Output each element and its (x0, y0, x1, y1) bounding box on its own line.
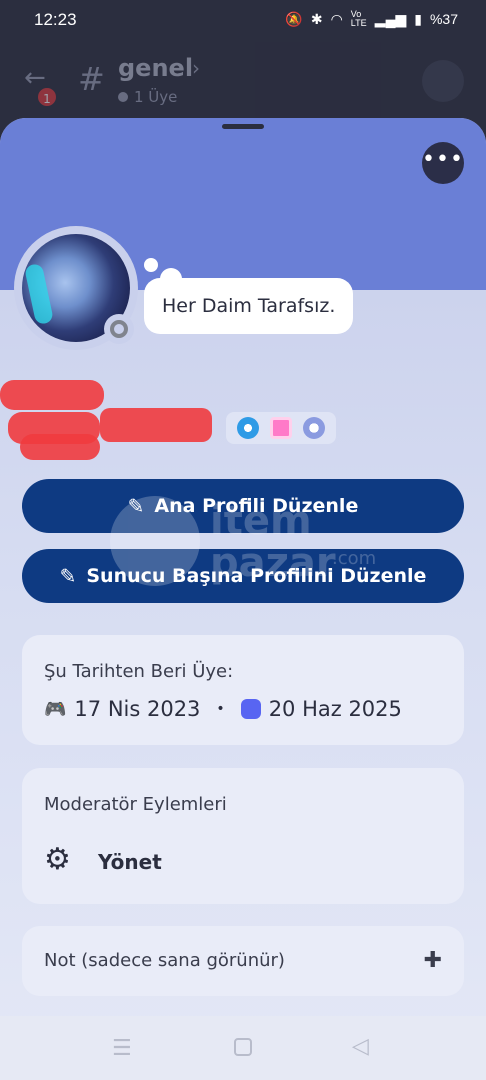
home-icon[interactable] (234, 1038, 252, 1056)
hash-icon: # (78, 60, 105, 98)
edit-main-profile-button[interactable]: ✎ Ana Profili Düzenle (22, 479, 464, 533)
member-dot-icon (118, 92, 128, 102)
bluetooth-icon: ✱ (310, 10, 323, 27)
system-nav-bar: ☰ ◁ (0, 1016, 486, 1080)
note-title: Not (sadece sana görünür) (44, 950, 285, 971)
status-time: 12:23 (34, 10, 77, 29)
discord-icon: 🎮 (44, 698, 67, 720)
member-since-row: 🎮 17 Nis 2023 • 20 Haz 2025 (44, 697, 402, 721)
edit-server-profile-button[interactable]: ✎ Sunucu Başına Profilini Düzenle (22, 549, 464, 603)
chevron-right-icon: › (192, 56, 200, 80)
add-note-icon[interactable]: ✚ (424, 948, 442, 973)
signal-icon: ▂▄▆ (374, 10, 407, 27)
thought-dot-small (144, 258, 158, 272)
nitro-badge-icon[interactable] (269, 417, 292, 439)
battery-icon: ▮ (414, 10, 422, 27)
moderator-actions-card: Moderatör Eylemleri ⚙ Yönet (22, 768, 464, 904)
status-indicator (104, 314, 134, 344)
server-icon (240, 699, 261, 719)
edit-main-profile-label: Ana Profili Düzenle (154, 495, 359, 517)
date-separator: • (216, 701, 225, 717)
redacted-username (100, 408, 212, 442)
search-button[interactable] (422, 60, 464, 102)
channel-header: ← 1 # genel › 1 Üye (0, 42, 486, 122)
custom-status-bubble: Her Daim Tarafsız. (144, 278, 354, 334)
wifi-icon: ◠ (330, 10, 343, 27)
offline-status-icon (110, 320, 128, 338)
redacted-username (20, 434, 100, 460)
pencil-icon: ✎ (59, 564, 77, 588)
hypesquad-badge-icon[interactable] (237, 417, 260, 439)
avatar-frame (14, 226, 138, 350)
status-icons: 🔕 ✱ ◠ Vo LTE ▂▄▆ ▮ %37 (285, 10, 458, 28)
volte-icon: Vo LTE (350, 9, 367, 28)
more-options-button[interactable]: ••• (422, 142, 464, 184)
moderator-actions-title: Moderatör Eylemleri (44, 794, 227, 815)
note-card[interactable]: Not (sadece sana görünür) ✚ (22, 926, 464, 996)
member-since-card: Şu Tarihten Beri Üye: 🎮 17 Nis 2023 • 20… (22, 635, 464, 745)
member-since-title: Şu Tarihten Beri Üye: (44, 661, 234, 682)
pencil-icon: ✎ (127, 494, 145, 518)
redacted-display-name (0, 380, 104, 410)
back-icon[interactable]: ◁ (352, 1034, 369, 1059)
member-count: 1 Üye (134, 88, 178, 106)
battery-percent: %37 (429, 11, 458, 27)
recent-apps-icon[interactable]: ☰ (112, 1036, 132, 1061)
server-join-date: 20 Haz 2025 (268, 697, 402, 721)
status-bar: 12:23 🔕 ✱ ◠ Vo LTE ▂▄▆ ▮ %37 (0, 0, 486, 42)
channel-subtitle: 1 Üye (118, 88, 177, 106)
server-boost-badge-icon[interactable] (302, 417, 325, 439)
edit-server-profile-label: Sunucu Başına Profilini Düzenle (86, 565, 427, 587)
manage-button[interactable]: Yönet (98, 850, 162, 874)
discord-join-date: 17 Nis 2023 (74, 697, 201, 721)
gear-icon[interactable]: ⚙ (44, 842, 71, 877)
profile-sheet: ••• Her Daim Tarafsız. ✎ Ana Profili Düz… (0, 118, 486, 1080)
profile-badges (226, 412, 336, 444)
drag-handle[interactable] (222, 124, 264, 129)
mute-icon: 🔕 (285, 10, 303, 27)
notification-badge: 1 (36, 86, 58, 108)
channel-name[interactable]: genel (118, 54, 193, 82)
